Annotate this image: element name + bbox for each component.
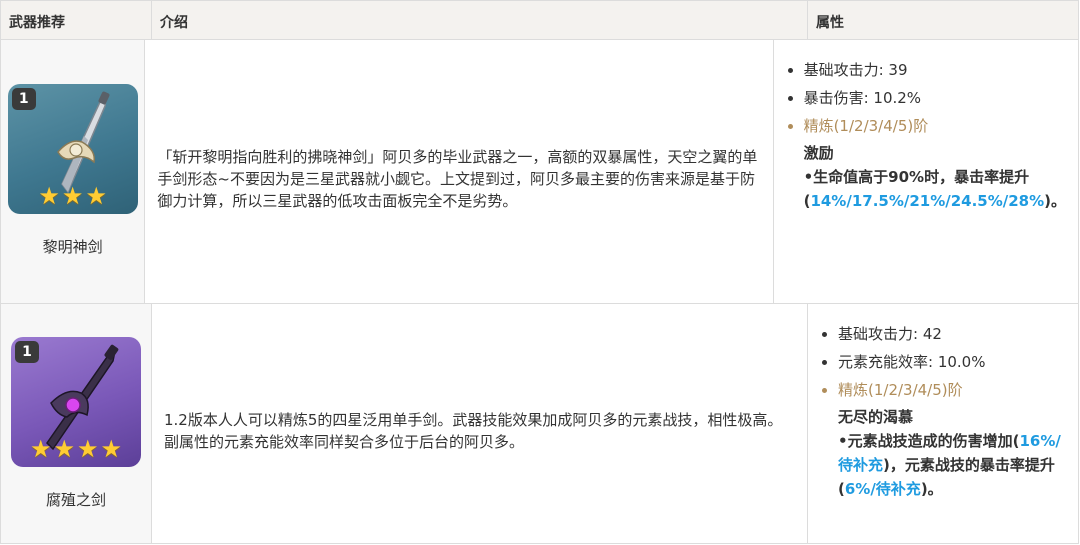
weapon-card: 1 ★ ★ ★ ★ bbox=[11, 337, 141, 467]
intro-cell: 「斩开黎明指向胜利的拂晓神剑」阿贝多的毕业武器之一，高额的双暴属性，天空之翼的单… bbox=[145, 40, 774, 303]
weapon-card: 1 ★ ★ ★ bbox=[7, 84, 138, 214]
rarity-stars: ★ ★ ★ ★ bbox=[11, 437, 141, 461]
table-header: 武器推荐 介绍 属性 bbox=[1, 1, 1078, 40]
effect-part: •元素战技造成的伤害增加( bbox=[838, 432, 1020, 450]
effect-value: 14%/17.5%/21%/24.5%/28% bbox=[810, 192, 1045, 210]
refine-label: 精炼(1/2/3/4/5)阶 bbox=[804, 112, 1066, 140]
star-icon: ★ bbox=[61, 182, 84, 210]
star-icon: ★ bbox=[100, 435, 123, 463]
attr-list: 基础攻击力: 42 元素充能效率: 10.0% 精炼(1/2/3/4/5)阶 bbox=[820, 320, 1066, 404]
attr-cell: 基础攻击力: 42 元素充能效率: 10.0% 精炼(1/2/3/4/5)阶 无… bbox=[808, 304, 1078, 543]
effect-part: )。 bbox=[920, 480, 943, 498]
table-row: 1 ★ ★ ★ 黎明神剑 「斩开黎明指向胜利的拂晓神剑」阿贝多的毕业武器之一，高… bbox=[1, 40, 1078, 304]
intro-cell: 1.2版本人人可以精炼5的四星泛用单手剑。武器技能效果加成阿贝多的元素战技，相性… bbox=[152, 304, 808, 543]
effect-text: •生命值高于90%时，暴击率提升(14%/17.5%/21%/24.5%/28%… bbox=[786, 165, 1066, 213]
refine-badge: 1 bbox=[11, 88, 36, 110]
effect-title: 激励 bbox=[803, 144, 834, 162]
attr-cell: 基础攻击力: 39 暴击伤害: 10.2% 精炼(1/2/3/4/5)阶 激励 … bbox=[774, 40, 1078, 303]
header-weapon: 武器推荐 bbox=[1, 1, 152, 39]
effect-title: 无尽的渴慕 bbox=[838, 408, 914, 426]
intro-text: 「斩开黎明指向胜利的拂晓神剑」阿贝多的毕业武器之一，高额的双暴属性，天空之翼的单… bbox=[157, 147, 758, 210]
header-intro: 介绍 bbox=[152, 1, 808, 39]
refine-label: 精炼(1/2/3/4/5)阶 bbox=[838, 376, 1066, 404]
star-icon: ★ bbox=[38, 182, 60, 210]
attr-item: 暴击伤害: 10.2% bbox=[804, 84, 1066, 112]
weapon-name: 腐殖之剑 bbox=[45, 491, 106, 509]
table-row: 1 ★ ★ ★ ★ 腐殖之剑 1.2版本人人可以精炼5的四星泛用单手剑。武器技能… bbox=[1, 304, 1078, 543]
header-attr: 属性 bbox=[816, 15, 844, 31]
weapon-cell: 1 ★ ★ ★ 黎明神剑 bbox=[1, 40, 146, 303]
star-icon: ★ bbox=[77, 435, 99, 463]
effect-part: )。 bbox=[1044, 192, 1066, 210]
star-icon: ★ bbox=[85, 182, 107, 210]
star-icon: ★ bbox=[53, 435, 75, 463]
effect-text: •元素战技造成的伤害增加(16%/待补充)，元素战技的暴击率提升(6%/待补充)… bbox=[820, 429, 1066, 501]
star-icon: ★ bbox=[29, 435, 52, 463]
attr-item: 元素充能效率: 10.0% bbox=[838, 348, 1066, 376]
rarity-stars: ★ ★ ★ bbox=[8, 184, 138, 208]
weapon-table: 武器推荐 介绍 属性 1 ★ ★ ★ 黎明神剑 「斩开黎明指向胜利的拂晓神剑」阿… bbox=[0, 0, 1079, 544]
attr-list: 基础攻击力: 39 暴击伤害: 10.2% 精炼(1/2/3/4/5)阶 bbox=[786, 56, 1066, 140]
attr-item: 基础攻击力: 42 bbox=[838, 320, 1066, 348]
intro-text: 1.2版本人人可以精炼5的四星泛用单手剑。武器技能效果加成阿贝多的元素战技，相性… bbox=[164, 410, 783, 451]
attr-item: 基础攻击力: 39 bbox=[804, 56, 1066, 84]
effect-value: 6%/待补充 bbox=[844, 480, 921, 498]
weapon-name: 黎明神剑 bbox=[42, 238, 103, 256]
weapon-cell: 1 ★ ★ ★ ★ 腐殖之剑 bbox=[1, 304, 152, 543]
refine-badge: 1 bbox=[15, 341, 39, 363]
